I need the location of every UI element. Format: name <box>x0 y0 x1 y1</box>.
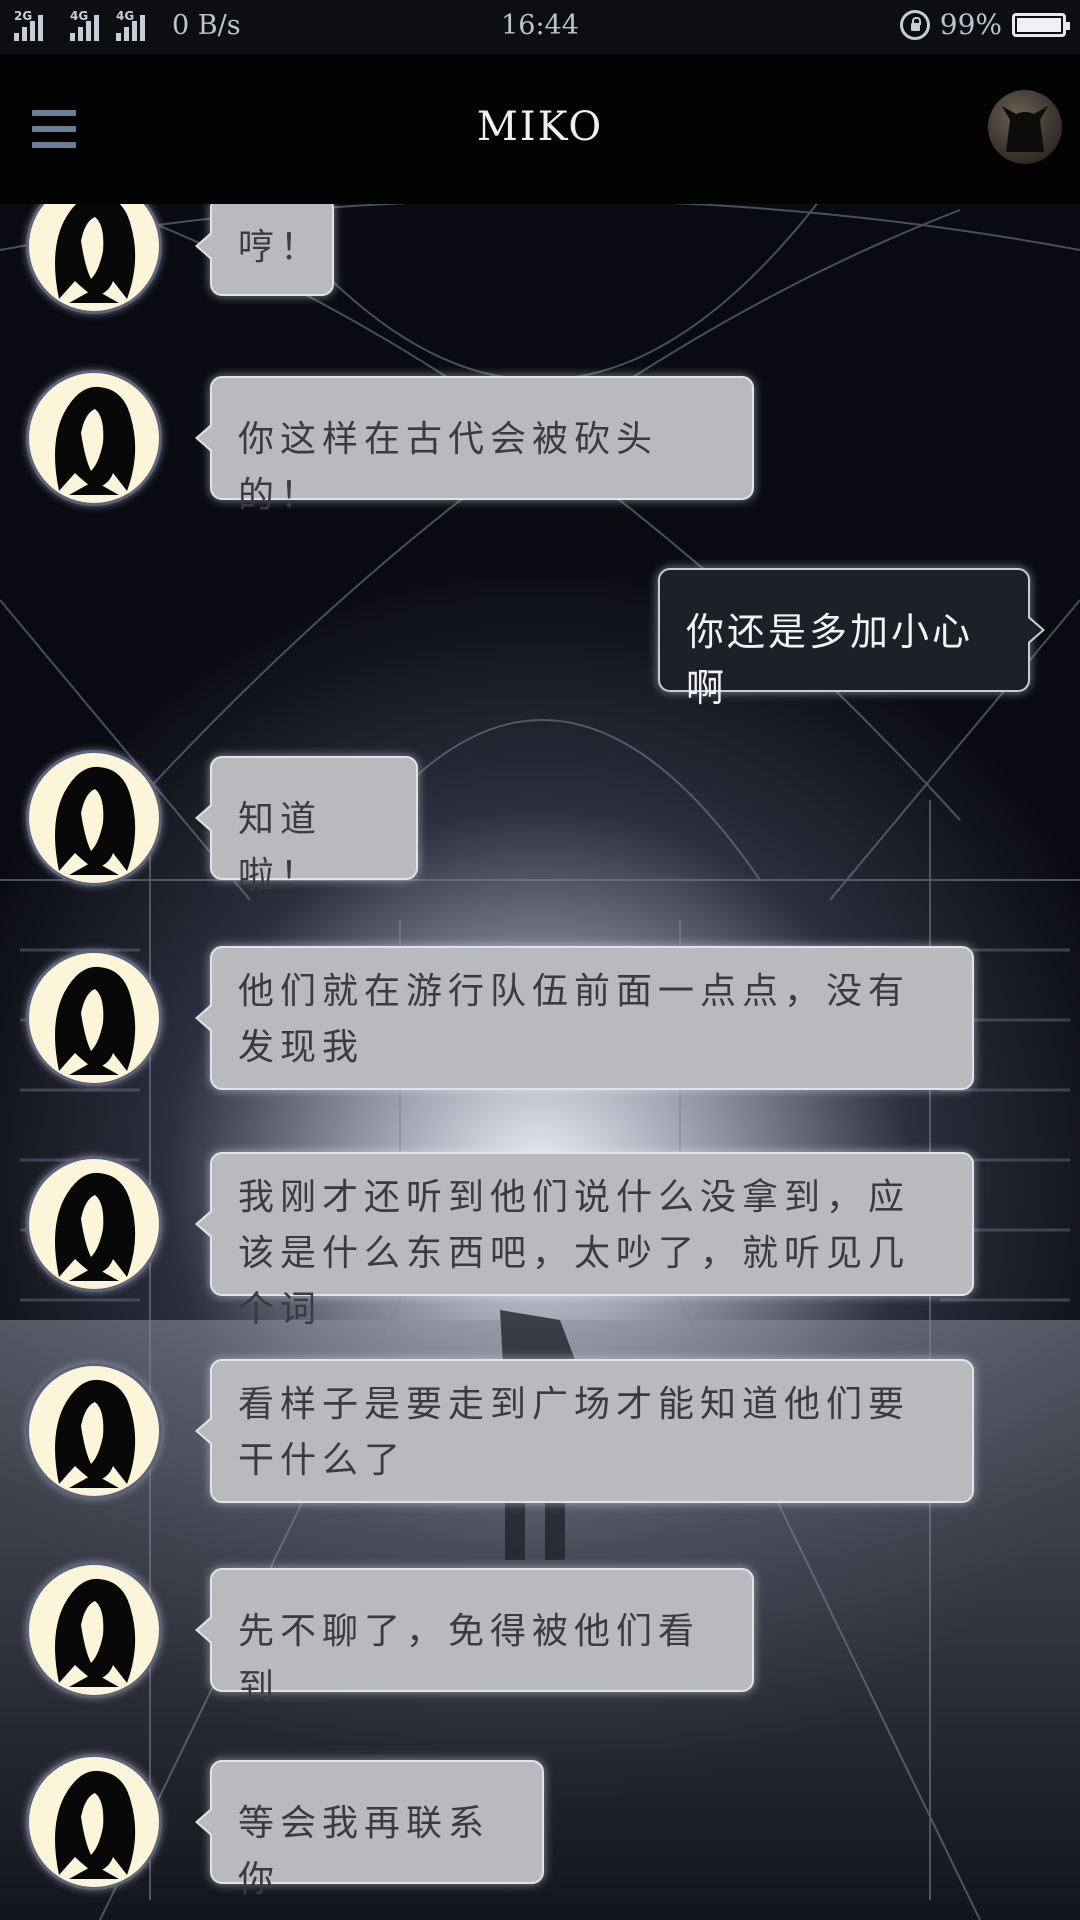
message-bubble[interactable]: 哼！ <box>195 204 334 296</box>
page-title: MIKO <box>476 104 604 150</box>
status-right: 99% <box>899 8 1070 41</box>
contact-avatar[interactable] <box>26 1562 162 1698</box>
contact-avatar[interactable] <box>26 1754 162 1890</box>
message-bubble[interactable]: 看样子是要走到广场才能知道他们要干什么了 <box>195 1359 974 1503</box>
incoming-message: 你这样在古代会被砍头的！ <box>0 370 1080 516</box>
app-header: MIKO <box>0 54 1080 204</box>
contact-avatar[interactable] <box>26 950 162 1086</box>
incoming-message: 等会我再联系你 <box>0 1754 1080 1900</box>
message-bubble[interactable]: 他们就在游行队伍前面一点点，没有发现我 <box>195 946 974 1090</box>
contact-avatar[interactable] <box>26 1156 162 1292</box>
message-bubble[interactable]: 知道啦！ <box>195 756 418 896</box>
incoming-message: 我刚才还听到他们说什么没拿到，应该是什么东西吧，太吵了，就听见几个词 <box>0 1152 1080 1330</box>
message-bubble[interactable]: 等会我再联系你 <box>195 1760 544 1900</box>
battery-fill <box>1017 17 1061 32</box>
incoming-message: 看样子是要走到广场才能知道他们要干什么了 <box>0 1359 1080 1503</box>
message-bubble[interactable]: 我刚才还听到他们说什么没拿到，应该是什么东西吧，太吵了，就听见几个词 <box>195 1152 974 1330</box>
contact-avatar[interactable] <box>26 204 162 314</box>
incoming-message: 他们就在游行队伍前面一点点，没有发现我 <box>0 946 1080 1090</box>
chat-list[interactable]: 哼！ 你这样在古代会被砍头的！ 你还是多加小心啊 知道啦！ 他们就在游行队伍前面一… <box>0 204 1080 1920</box>
message-bubble[interactable]: 你还是多加小心啊 <box>658 568 1045 710</box>
outgoing-message: 你还是多加小心啊 <box>0 568 1080 710</box>
battery-icon <box>1012 12 1070 37</box>
rotation-lock-icon <box>899 9 930 40</box>
cat-avatar-icon[interactable] <box>988 90 1062 164</box>
incoming-message: 哼！ <box>0 204 1080 314</box>
contact-avatar[interactable] <box>26 1363 162 1499</box>
message-bubble[interactable]: 先不聊了，免得被他们看到 <box>195 1568 754 1708</box>
battery-percent: 99% <box>939 8 1002 41</box>
incoming-message: 先不聊了，免得被他们看到 <box>0 1562 1080 1708</box>
status-bar: 2G 4G 4G 0 B/s 16:44 99% <box>0 0 1080 54</box>
contact-avatar[interactable] <box>26 370 162 506</box>
incoming-message: 知道啦！ <box>0 750 1080 896</box>
contact-avatar[interactable] <box>26 750 162 886</box>
message-bubble[interactable]: 你这样在古代会被砍头的！ <box>195 376 754 516</box>
